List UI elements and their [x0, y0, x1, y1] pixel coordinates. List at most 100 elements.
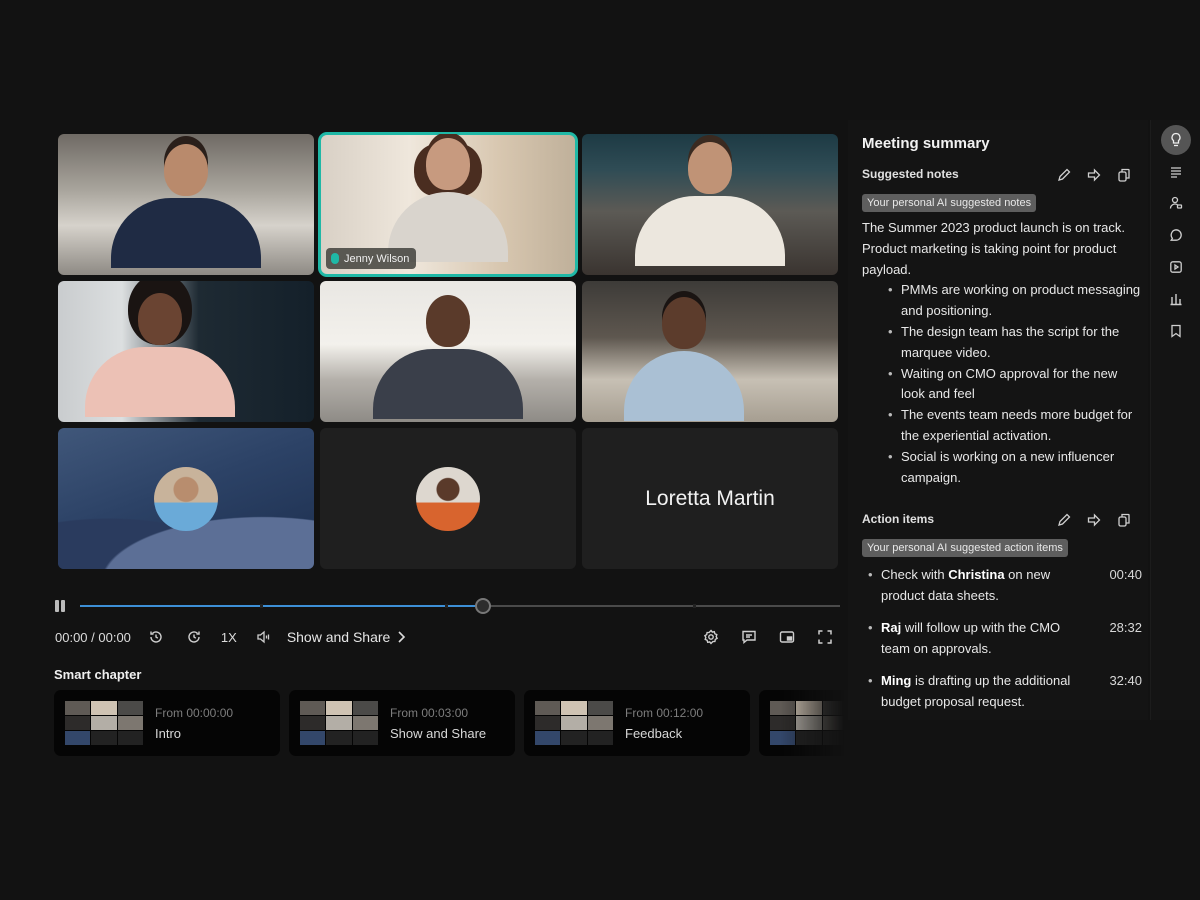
ai-notes-badge: Your personal AI suggested notes — [862, 194, 1037, 212]
action-assignee: Ming — [881, 673, 912, 688]
participant-video — [604, 297, 764, 422]
action-text: Check with Christina on new product data… — [881, 564, 1081, 606]
playback-controls: 00:00 / 00:00 1X Show and Share — [55, 626, 406, 648]
transcript-icon — [1171, 167, 1181, 178]
current-chapter-link[interactable]: Show and Share — [287, 629, 407, 645]
note-bullet: The design team has the script for the m… — [888, 322, 1142, 364]
rewind-icon — [150, 631, 162, 643]
action-text: Ming is drafting up the additional budge… — [881, 670, 1081, 712]
edit-notes-button[interactable] — [1056, 167, 1072, 183]
action-text-pre: Check with — [881, 567, 949, 582]
action-assignee: Christina — [948, 567, 1005, 582]
chapter-info: From 00:00:00 Intro — [155, 706, 233, 741]
actions-toolbar — [1056, 512, 1132, 528]
captions-icon — [742, 630, 756, 644]
share-icon — [1087, 513, 1101, 527]
progress-thumb[interactable] — [474, 598, 491, 614]
chat-icon — [1170, 229, 1182, 241]
time-readout: 00:00 / 00:00 — [55, 629, 131, 645]
participant-tile[interactable] — [320, 428, 576, 569]
notes-bullets: PMMs are working on product messaging an… — [888, 280, 1142, 488]
copy-icon — [1118, 513, 1130, 527]
participant-name-tag: Jenny Wilson — [326, 248, 417, 269]
smart-chapter-list: From 00:00:00 Intro From 00:03:00 Show a… — [54, 690, 844, 756]
playback-speed-button[interactable]: 1X — [221, 630, 237, 645]
chapter-name: Feedback — [625, 725, 683, 741]
picture-in-picture-button[interactable] — [776, 626, 798, 648]
note-bullet: Social is working on a new influencer ca… — [888, 447, 1142, 489]
chapter-start-time: From 00:00:00 — [155, 705, 234, 720]
rewind-button[interactable] — [145, 626, 167, 648]
participant-tile[interactable] — [58, 281, 314, 422]
rail-analytics-button[interactable] — [1161, 284, 1191, 314]
captions-button[interactable] — [738, 626, 760, 648]
chapter-marker — [692, 604, 696, 608]
participant-tile[interactable] — [320, 281, 576, 422]
chapter-marker — [444, 604, 448, 608]
participant-tile[interactable] — [58, 134, 314, 275]
copy-actions-button[interactable] — [1116, 512, 1132, 528]
participant-video — [106, 144, 266, 275]
action-items-list: Check with Christina on new product data… — [866, 564, 1142, 723]
notes-toolbar — [1056, 167, 1132, 183]
action-timestamp-link[interactable]: 00:40 — [1109, 564, 1142, 606]
analytics-icon — [1170, 294, 1182, 306]
chapter-card-intro[interactable]: From 00:00:00 Intro — [54, 690, 280, 756]
participant-tile[interactable] — [58, 428, 314, 569]
rail-summary-button[interactable] — [1161, 125, 1191, 155]
notes-intro: The Summer 2023 product launch is on tra… — [862, 220, 1126, 277]
lightbulb-icon — [1171, 132, 1181, 147]
participant-tile[interactable] — [582, 281, 838, 422]
copy-notes-button[interactable] — [1116, 167, 1132, 183]
chapter-thumbnail — [535, 700, 613, 746]
avatar — [416, 466, 480, 531]
action-items-heading: Action items — [862, 512, 935, 526]
pause-icon-bar — [61, 600, 65, 612]
video-grid: Jenny Wilson Loretta Martin — [58, 132, 838, 570]
edit-icon — [1058, 168, 1071, 181]
participant-tile-active-speaker[interactable]: Jenny Wilson — [318, 132, 578, 277]
edit-icon — [1058, 513, 1071, 526]
share-actions-button[interactable] — [1086, 512, 1102, 528]
chapter-thumbnail — [300, 700, 378, 746]
chapter-card-feedback[interactable]: From 00:12:00 Feedback — [524, 690, 750, 756]
fullscreen-button[interactable] — [814, 626, 836, 648]
rail-highlights-button[interactable] — [1161, 252, 1191, 282]
action-text-post: will follow up with the CMO team on appr… — [881, 620, 1061, 656]
pause-icon — [55, 600, 59, 612]
participant-video — [368, 295, 528, 422]
chapter-card-show-and-share[interactable]: From 00:03:00 Show and Share — [289, 690, 515, 756]
participant-video — [630, 142, 790, 275]
action-item: Ming is drafting up the additional budge… — [866, 670, 1142, 712]
participants-icon — [1169, 196, 1183, 209]
rail-bookmark-button[interactable] — [1161, 316, 1191, 346]
forward-button[interactable] — [183, 626, 205, 648]
side-rail — [1150, 120, 1200, 720]
pause-button[interactable] — [55, 600, 67, 613]
action-timestamp-link[interactable]: 28:32 — [1109, 617, 1142, 659]
action-timestamp-link[interactable]: 32:40 — [1109, 670, 1142, 712]
action-text: Raj will follow up with the CMO team on … — [881, 617, 1081, 659]
volume-button[interactable] — [253, 626, 275, 648]
share-notes-button[interactable] — [1086, 167, 1102, 183]
chevron-right-icon — [398, 631, 406, 643]
edit-actions-button[interactable] — [1056, 512, 1072, 528]
share-icon — [1087, 168, 1101, 182]
chapter-start-time: From 00:12:00 — [625, 705, 704, 720]
note-bullet: Waiting on CMO approval for the new look… — [888, 364, 1142, 406]
settings-button[interactable] — [700, 626, 722, 648]
highlights-icon — [1170, 261, 1182, 273]
rail-transcript-button[interactable] — [1161, 157, 1191, 187]
chapter-name: Show and Share — [390, 725, 487, 741]
progress-bar[interactable] — [80, 598, 840, 614]
smart-chapter-title: Smart chapter — [54, 667, 142, 682]
rail-participants-button[interactable] — [1161, 188, 1191, 218]
chapter-card-next[interactable] — [759, 690, 844, 756]
player-settings-controls — [700, 626, 836, 648]
rail-chat-button[interactable] — [1161, 220, 1191, 250]
participant-tile[interactable]: Loretta Martin — [582, 428, 838, 569]
volume-icon — [257, 630, 269, 644]
suggested-notes-heading: Suggested notes — [862, 167, 959, 181]
participant-tile[interactable] — [582, 134, 838, 275]
progress-fill — [80, 605, 483, 607]
